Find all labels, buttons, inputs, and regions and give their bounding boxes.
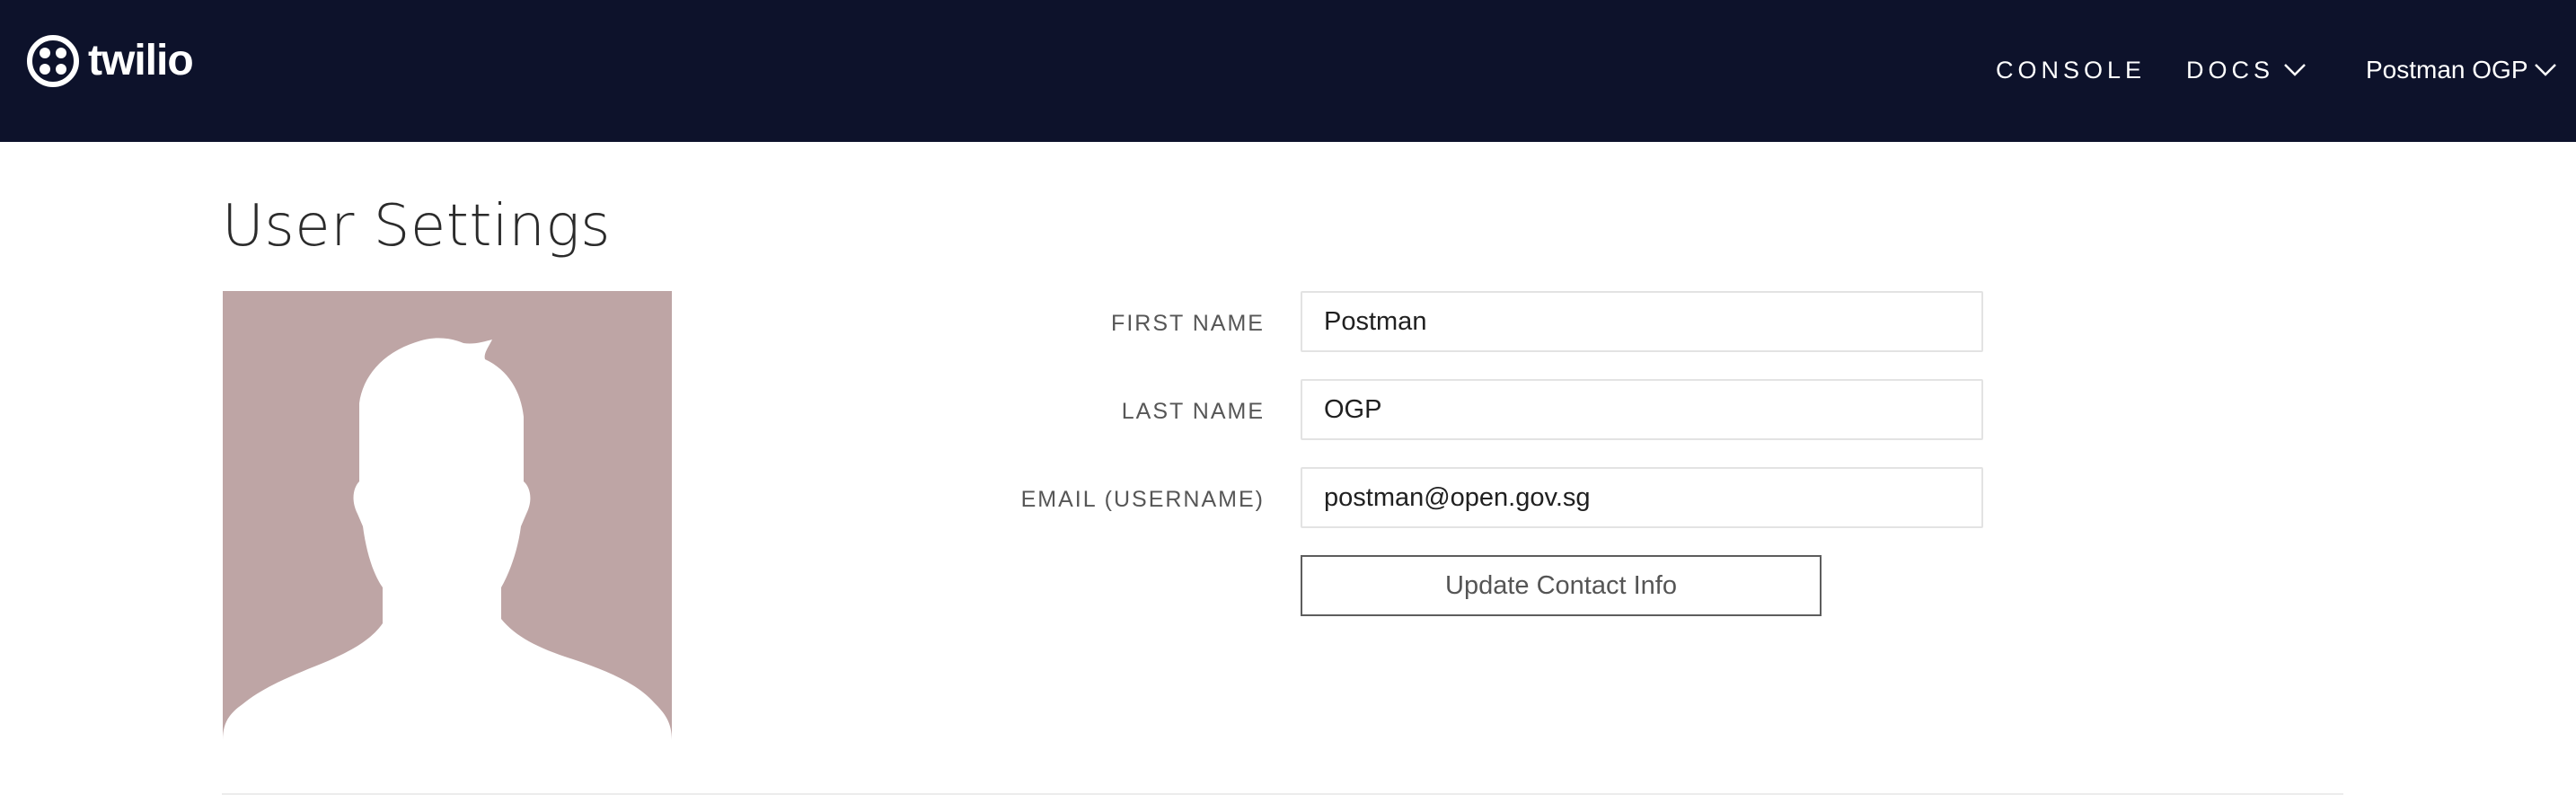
- email-label: EMAIL (USERNAME): [1020, 486, 1265, 512]
- logo-wordmark: twilio: [88, 37, 194, 84]
- page-title: User Settings: [222, 193, 611, 260]
- last-name-label: LAST NAME: [1121, 398, 1265, 424]
- chevron-down-icon: [2284, 64, 2306, 76]
- first-name-field[interactable]: [1301, 291, 1983, 352]
- update-contact-info-button[interactable]: Update Contact Info: [1301, 555, 1822, 616]
- nav-docs-dropdown[interactable]: DOCS: [2186, 49, 2307, 92]
- user-silhouette-icon: [223, 338, 672, 740]
- nav-console-label: CONSOLE: [1996, 56, 2147, 84]
- last-name-field[interactable]: [1301, 379, 1983, 440]
- chevron-down-icon: [2534, 64, 2556, 76]
- twilio-logo-icon: [27, 35, 79, 87]
- email-field[interactable]: [1301, 467, 1983, 528]
- nav-user-menu[interactable]: Postman OGP: [2366, 49, 2557, 92]
- top-nav: twilio CONSOLE DOCS Postman OGP: [0, 0, 2576, 142]
- avatar[interactable]: [223, 291, 672, 740]
- twilio-logo[interactable]: twilio: [25, 32, 194, 90]
- nav-docs-label: DOCS: [2186, 56, 2275, 84]
- nav-console-link[interactable]: CONSOLE: [1996, 49, 2146, 92]
- nav-user-label: Postman OGP: [2366, 56, 2528, 84]
- section-divider: [222, 793, 2343, 795]
- first-name-label: FIRST NAME: [1111, 310, 1265, 336]
